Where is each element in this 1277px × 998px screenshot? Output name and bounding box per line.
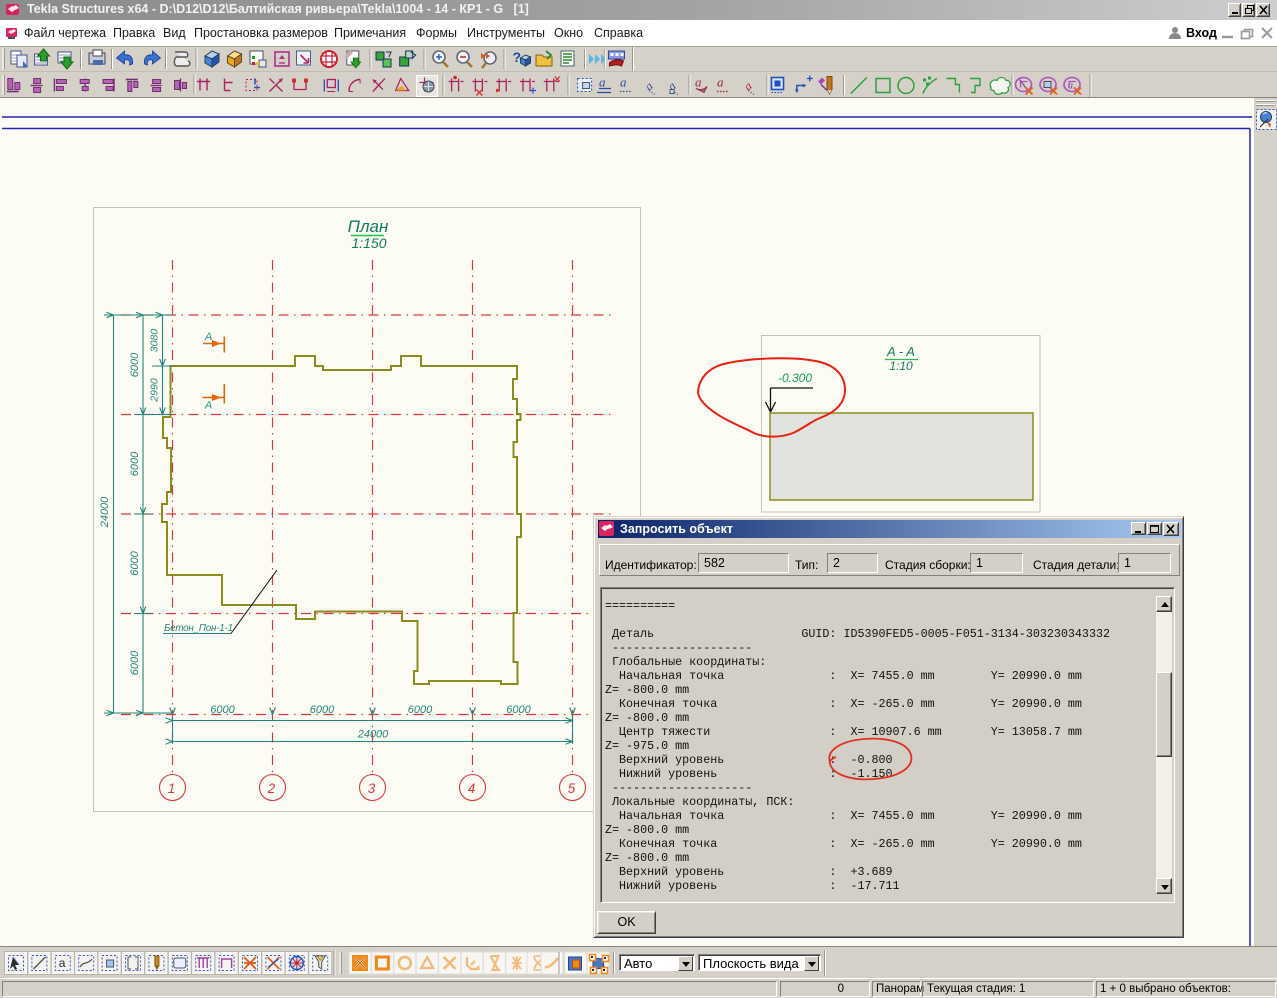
svg-text:План: План — [348, 217, 389, 236]
svg-text:1:150: 1:150 — [351, 235, 386, 251]
svg-text:-0.300: -0.300 — [778, 371, 812, 385]
svg-text:2: 2 — [267, 781, 276, 796]
svg-text:2990: 2990 — [149, 378, 161, 403]
svg-text:A: A — [204, 400, 212, 412]
svg-text:3080: 3080 — [149, 329, 161, 353]
svg-text:a: a — [599, 75, 606, 90]
svg-text:a: a — [642, 79, 656, 94]
svg-text:6000: 6000 — [129, 650, 141, 675]
svg-text:a: a — [741, 79, 755, 94]
svg-text:24000: 24000 — [99, 496, 111, 528]
svg-text:1: 1 — [168, 781, 176, 796]
svg-text:a: a — [1068, 81, 1073, 92]
svg-text:24000: 24000 — [357, 729, 389, 741]
svg-text:1:10: 1:10 — [889, 359, 913, 373]
svg-text:A - A: A - A — [886, 344, 915, 359]
svg-text:3: 3 — [368, 781, 376, 796]
svg-text:6000: 6000 — [408, 704, 433, 716]
svg-text:6000: 6000 — [129, 451, 141, 476]
svg-text:6000: 6000 — [210, 704, 235, 716]
svg-text:Бетон_Пон-1-1: Бетон_Пон-1-1 — [164, 623, 233, 634]
svg-text:6000: 6000 — [310, 704, 335, 716]
svg-text:4: 4 — [468, 781, 476, 796]
svg-text:a: a — [695, 75, 702, 90]
svg-text:6000: 6000 — [129, 352, 141, 377]
svg-text:a: a — [717, 75, 724, 90]
svg-text:5: 5 — [568, 781, 576, 796]
svg-text:6000: 6000 — [506, 704, 531, 716]
svg-text:a: a — [59, 956, 66, 970]
svg-text:?: ? — [513, 49, 522, 65]
svg-text:A: A — [204, 331, 212, 343]
svg-text:6000: 6000 — [129, 550, 141, 575]
svg-text:a: a — [620, 75, 627, 90]
